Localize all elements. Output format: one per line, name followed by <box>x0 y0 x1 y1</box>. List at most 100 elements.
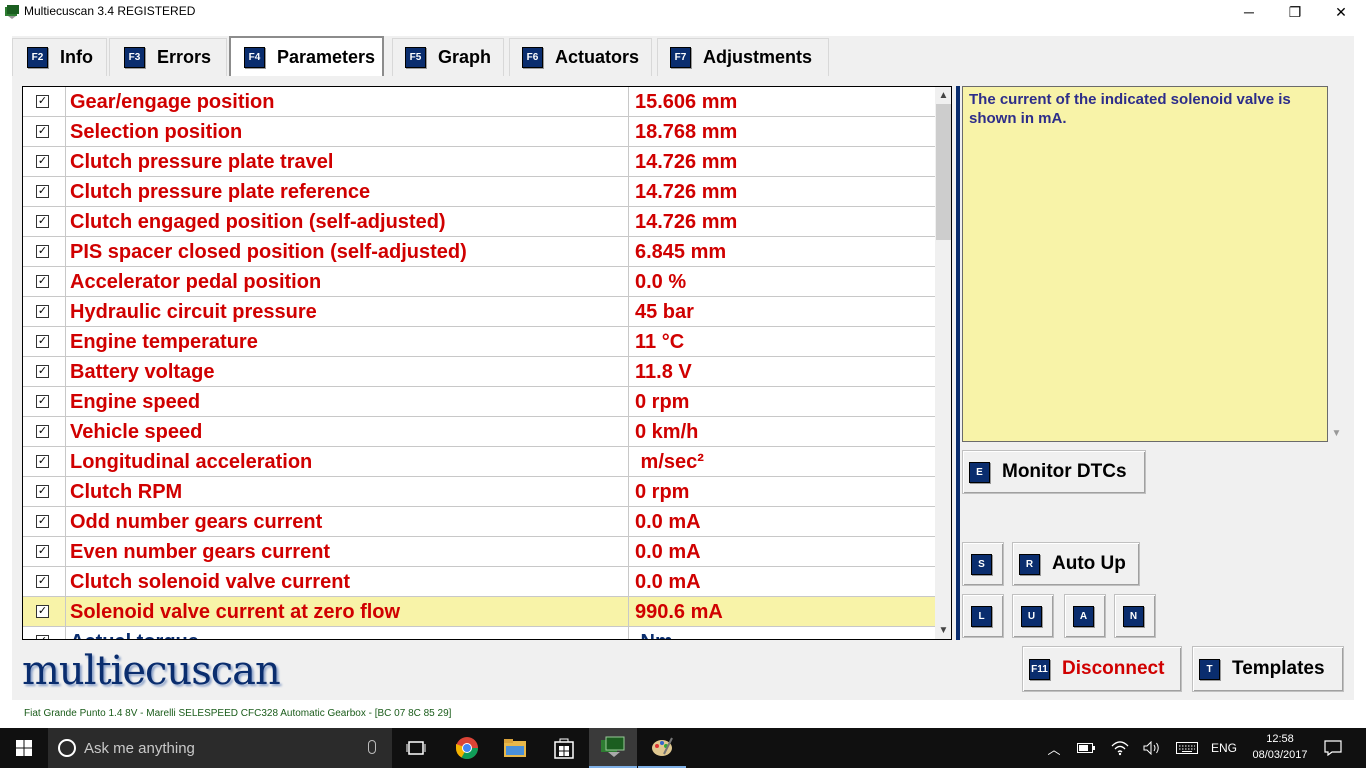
parameter-checkbox[interactable]: ✓ <box>36 275 49 288</box>
chrome-icon[interactable] <box>443 728 491 768</box>
tab-label: Parameters <box>277 46 376 67</box>
parameter-checkbox[interactable]: ✓ <box>36 545 49 558</box>
close-button[interactable]: ✕ <box>1318 0 1364 24</box>
parameter-row[interactable]: ✓ Clutch pressure plate travel 14.726 mm <box>23 147 935 177</box>
parameter-value: 18.768 mm <box>635 121 738 143</box>
windows-taskbar: Ask me anything ︿ ENG 12:58 08/03/2017 <box>0 728 1366 768</box>
parameter-value: m/sec² <box>635 451 704 473</box>
microphone-icon[interactable] <box>368 740 376 754</box>
tab-errors[interactable]: F3 Errors <box>109 38 227 76</box>
l-button[interactable]: L <box>962 594 1004 638</box>
parameters-grid[interactable]: ✓ Gear/engage position 15.606 mm ✓ Selection… <box>22 86 952 640</box>
description-scrollbar[interactable]: ▼ <box>1328 86 1345 442</box>
hotkey-badge: F3 <box>124 47 145 68</box>
paint-icon[interactable] <box>638 728 686 768</box>
notifications-icon[interactable] <box>1318 728 1348 768</box>
parameter-checkbox[interactable]: ✓ <box>36 635 49 639</box>
parameter-row[interactable]: ✓ Selection position 18.768 mm <box>23 117 935 147</box>
hotkey-badge: F4 <box>244 46 265 68</box>
scroll-down-arrow-icon[interactable]: ▼ <box>935 622 951 639</box>
minimize-button[interactable]: ─ <box>1226 0 1272 24</box>
button-label: Auto Up <box>1052 553 1126 574</box>
file-explorer-icon[interactable] <box>491 728 539 768</box>
hotkey-badge: U <box>1021 605 1042 627</box>
parameter-name: Actual torque <box>65 627 629 639</box>
tray-chevron-icon[interactable]: ︿ <box>1042 728 1066 768</box>
parameter-row[interactable]: ✓ Vehicle speed 0 km/h <box>23 417 935 447</box>
parameter-row[interactable]: ✓ PIS spacer closed position (self-adjust… <box>23 237 935 267</box>
parameter-checkbox[interactable]: ✓ <box>36 335 49 348</box>
parameter-row[interactable]: ✓ Solenoid valve current at zero flow 990.… <box>23 597 935 627</box>
grid-scrollbar[interactable]: ▲ ▼ <box>935 87 951 639</box>
parameter-row[interactable]: ✓ Accelerator pedal position 0.0 % <box>23 267 935 297</box>
store-icon[interactable] <box>540 728 588 768</box>
parameter-row[interactable]: ✓ Gear/engage position 15.606 mm <box>23 87 935 117</box>
parameter-value: 15.606 mm <box>635 91 738 113</box>
parameter-checkbox[interactable]: ✓ <box>36 155 49 168</box>
parameter-checkbox[interactable]: ✓ <box>36 365 49 378</box>
parameter-checkbox[interactable]: ✓ <box>36 515 49 528</box>
hotkey-badge: T <box>1199 658 1220 680</box>
parameter-row[interactable]: ✓ Hydraulic circuit pressure 45 bar <box>23 297 935 327</box>
parameter-checkbox[interactable]: ✓ <box>36 245 49 258</box>
parameter-checkbox[interactable]: ✓ <box>36 605 49 618</box>
parameter-row[interactable]: ✓ Actual torque Nm <box>23 627 935 639</box>
wifi-icon[interactable] <box>1106 728 1134 768</box>
windows-start-button[interactable] <box>0 728 48 768</box>
clock-time: 12:58 <box>1266 733 1294 745</box>
scroll-thumb[interactable] <box>936 104 951 240</box>
parameter-row[interactable]: ✓ Odd number gears current 0.0 mA <box>23 507 935 537</box>
parameter-row[interactable]: ✓ Engine speed 0 rpm <box>23 387 935 417</box>
parameter-name: Gear/engage position <box>65 87 629 117</box>
tab-actuators[interactable]: F6 Actuators <box>509 38 652 76</box>
scroll-up-arrow-icon[interactable]: ▲ <box>935 87 951 104</box>
parameter-value: 0.0 % <box>635 271 687 293</box>
parameter-row[interactable]: ✓ Clutch RPM 0 rpm <box>23 477 935 507</box>
parameter-name: Accelerator pedal position <box>65 267 629 297</box>
taskbar-clock[interactable]: 12:58 08/03/2017 <box>1250 731 1310 763</box>
keyboard-icon[interactable] <box>1172 728 1202 768</box>
parameter-name: Engine temperature <box>65 327 629 357</box>
parameter-row[interactable]: ✓ Battery voltage 11.8 V <box>23 357 935 387</box>
parameter-value: 990.6 mA <box>635 601 723 623</box>
title-bar[interactable]: Multiecuscan 3.4 REGISTERED ─ ❐ ✕ <box>0 0 1366 24</box>
auto-up-button[interactable]: R Auto Up <box>1012 542 1140 586</box>
parameter-checkbox[interactable]: ✓ <box>36 95 49 108</box>
language-indicator[interactable]: ENG <box>1206 728 1242 768</box>
parameter-checkbox[interactable]: ✓ <box>36 305 49 318</box>
parameter-checkbox[interactable]: ✓ <box>36 425 49 438</box>
tab-info[interactable]: F2 Info <box>12 38 107 76</box>
task-view-icon[interactable] <box>392 728 440 768</box>
cortana-search-box[interactable]: Ask me anything <box>48 728 392 768</box>
parameter-row[interactable]: ✓ Clutch engaged position (self-adjusted)… <box>23 207 935 237</box>
s-button[interactable]: S <box>962 542 1004 586</box>
parameter-row[interactable]: ✓ Clutch solenoid valve current 0.0 mA <box>23 567 935 597</box>
battery-icon[interactable] <box>1072 728 1100 768</box>
parameter-row[interactable]: ✓ Clutch pressure plate reference 14.726 m… <box>23 177 935 207</box>
parameter-name: Solenoid valve current at zero flow <box>65 597 629 627</box>
tab-adjustments[interactable]: F7 Adjustments <box>657 38 829 76</box>
multiecuscan-taskbar-icon[interactable] <box>589 728 637 768</box>
parameter-row[interactable]: ✓ Even number gears current 0.0 mA <box>23 537 935 567</box>
volume-icon[interactable] <box>1138 728 1166 768</box>
monitor-dtcs-button[interactable]: E Monitor DTCs <box>962 450 1146 494</box>
tab-graph[interactable]: F5 Graph <box>392 38 504 76</box>
tab-parameters[interactable]: F4 Parameters <box>229 36 384 76</box>
parameter-checkbox[interactable]: ✓ <box>36 125 49 138</box>
scroll-down-arrow-icon[interactable]: ▼ <box>1328 425 1345 442</box>
a-button[interactable]: A <box>1064 594 1106 638</box>
parameter-checkbox[interactable]: ✓ <box>36 215 49 228</box>
parameter-checkbox[interactable]: ✓ <box>36 185 49 198</box>
disconnect-button[interactable]: F11 Disconnect <box>1022 646 1182 692</box>
parameter-row[interactable]: ✓ Longitudinal acceleration m/sec² <box>23 447 935 477</box>
n-button[interactable]: N <box>1114 594 1156 638</box>
maximize-button[interactable]: ❐ <box>1272 0 1318 24</box>
parameter-row[interactable]: ✓ Engine temperature 11 °C <box>23 327 935 357</box>
panel-divider[interactable] <box>956 86 960 640</box>
parameter-checkbox[interactable]: ✓ <box>36 485 49 498</box>
parameter-checkbox[interactable]: ✓ <box>36 455 49 468</box>
u-button[interactable]: U <box>1012 594 1054 638</box>
parameter-checkbox[interactable]: ✓ <box>36 395 49 408</box>
templates-button[interactable]: T Templates <box>1192 646 1344 692</box>
parameter-checkbox[interactable]: ✓ <box>36 575 49 588</box>
